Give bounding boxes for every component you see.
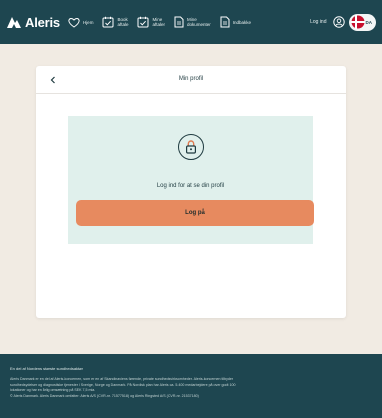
login-panel: Log ind for at se din profil Log på — [68, 116, 314, 244]
nav-item-inbox[interactable]: Indbakke — [220, 16, 251, 28]
lock-icon — [186, 140, 197, 154]
heart-icon — [68, 17, 80, 28]
footer-tagline: En del af Nordens største sundhedsaktør — [10, 366, 83, 371]
lock-badge — [178, 134, 204, 160]
top-navigation-bar: Aleris Hjem Book aftale Mine aftaler Min… — [0, 0, 382, 44]
danish-flag-icon — [350, 15, 365, 29]
login-link[interactable]: Log ind — [310, 19, 326, 25]
nav-item-book-appointment[interactable]: Book aftale — [102, 16, 128, 28]
card-header: Min profil — [36, 66, 346, 94]
login-button[interactable]: Log på — [76, 200, 314, 226]
profile-card: Min profil Log ind for at se din profil … — [36, 66, 346, 318]
nav-item-home[interactable]: Hjem — [68, 17, 94, 28]
nav-label-my-documents: Mine dokumenter — [186, 17, 211, 27]
nav-label-inbox: Indbakke — [232, 19, 252, 25]
nav-label-my-appointments: Mine aftaler — [152, 17, 165, 27]
nav-item-my-appointments[interactable]: Mine aftaler — [137, 16, 165, 28]
nav-label-home: Hjem — [82, 19, 94, 25]
nav-item-my-documents[interactable]: Mine dokumenter — [174, 16, 211, 28]
user-icon[interactable] — [332, 16, 345, 28]
aleris-logo-icon — [7, 17, 21, 28]
calendar-list-icon — [137, 16, 149, 28]
language-selector[interactable]: DA — [348, 13, 376, 31]
language-label: DA — [365, 19, 373, 25]
brand-name: Aleris — [25, 14, 60, 30]
inbox-icon — [220, 16, 230, 28]
document-icon — [174, 16, 184, 28]
login-prompt-text: Log ind for at se din profil — [156, 183, 225, 189]
aleris-logo[interactable]: Aleris — [6, 15, 60, 30]
page-title: Min profil — [178, 76, 204, 82]
calendar-check-icon — [102, 16, 114, 28]
nav-label-book-appointment: Book aftale — [117, 17, 129, 27]
page-footer: En del af Nordens største sundhedsaktør … — [0, 354, 382, 418]
footer-description: Aleris Danmark er en del af Aleris-konce… — [10, 377, 372, 399]
footer-line: © Aleris Danmark. Aleris Danmark omfatte… — [10, 393, 199, 398]
